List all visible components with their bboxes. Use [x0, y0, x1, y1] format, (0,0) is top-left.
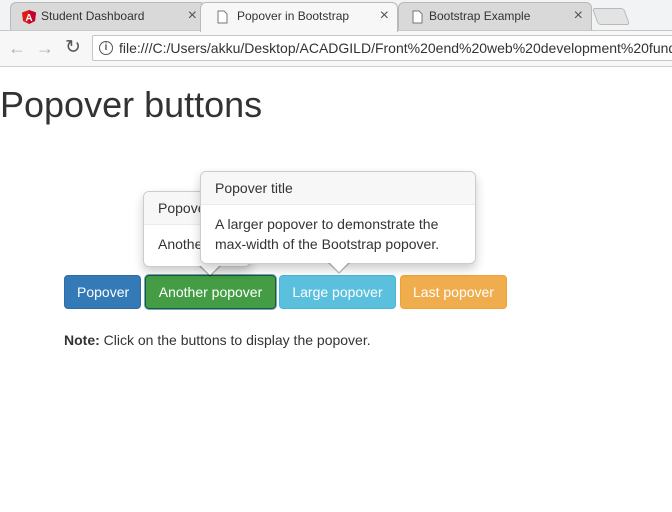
tab-title: Student Dashboard — [41, 9, 145, 23]
note-label: Note: — [64, 332, 100, 348]
address-bar[interactable]: i file:///C:/Users/akku/Desktop/ACADGILD… — [92, 35, 672, 61]
info-icon[interactable]: i — [99, 41, 113, 55]
tab-bootstrap-example[interactable]: Bootstrap Example × — [398, 2, 592, 31]
angular-icon: A — [22, 10, 36, 24]
tab-student-dashboard[interactable]: A Student Dashboard × — [10, 2, 206, 31]
new-tab-button[interactable] — [591, 8, 631, 25]
svg-text:A: A — [25, 13, 32, 24]
large-popover-button[interactable]: Large popover — [279, 275, 396, 309]
popover-arrow — [199, 265, 221, 277]
popover-title: Popover title — [201, 172, 475, 205]
url-text[interactable]: file:///C:/Users/akku/Desktop/ACADGILD/F… — [119, 40, 672, 56]
forward-arrow-icon[interactable]: → — [34, 37, 56, 59]
note-body: Click on the buttons to display the popo… — [99, 332, 371, 348]
page-icon — [217, 10, 228, 24]
close-icon[interactable]: × — [380, 7, 389, 25]
page-icon — [412, 10, 423, 24]
page-title: Popover buttons — [0, 84, 263, 125]
note-text: Note: Click on the buttons to display th… — [64, 332, 371, 348]
reload-icon[interactable]: ↻ — [62, 37, 84, 59]
close-icon[interactable]: × — [188, 7, 197, 25]
back-arrow-icon[interactable]: ← — [6, 37, 28, 59]
popover-arrow — [328, 262, 350, 274]
popover-large: Popover title A larger popover to demons… — [200, 171, 476, 274]
last-popover-button[interactable]: Last popover — [400, 275, 507, 309]
another-popover-button[interactable]: Another popover — [145, 275, 276, 309]
popover-button[interactable]: Popover — [64, 275, 141, 309]
tab-title: Bootstrap Example — [429, 9, 531, 23]
close-icon[interactable]: × — [574, 7, 583, 25]
popover-content: A larger popover to demonstrate the max-… — [215, 216, 440, 252]
tab-popover-in-bootstrap[interactable]: Popover in Bootstrap × — [200, 2, 398, 32]
tab-title: Popover in Bootstrap — [237, 9, 350, 23]
browser-tab-strip: A Student Dashboard × Popover in Bootstr… — [0, 0, 672, 32]
browser-toolbar: ← → ↻ i file:///C:/Users/akku/Desktop/AC… — [0, 31, 672, 67]
